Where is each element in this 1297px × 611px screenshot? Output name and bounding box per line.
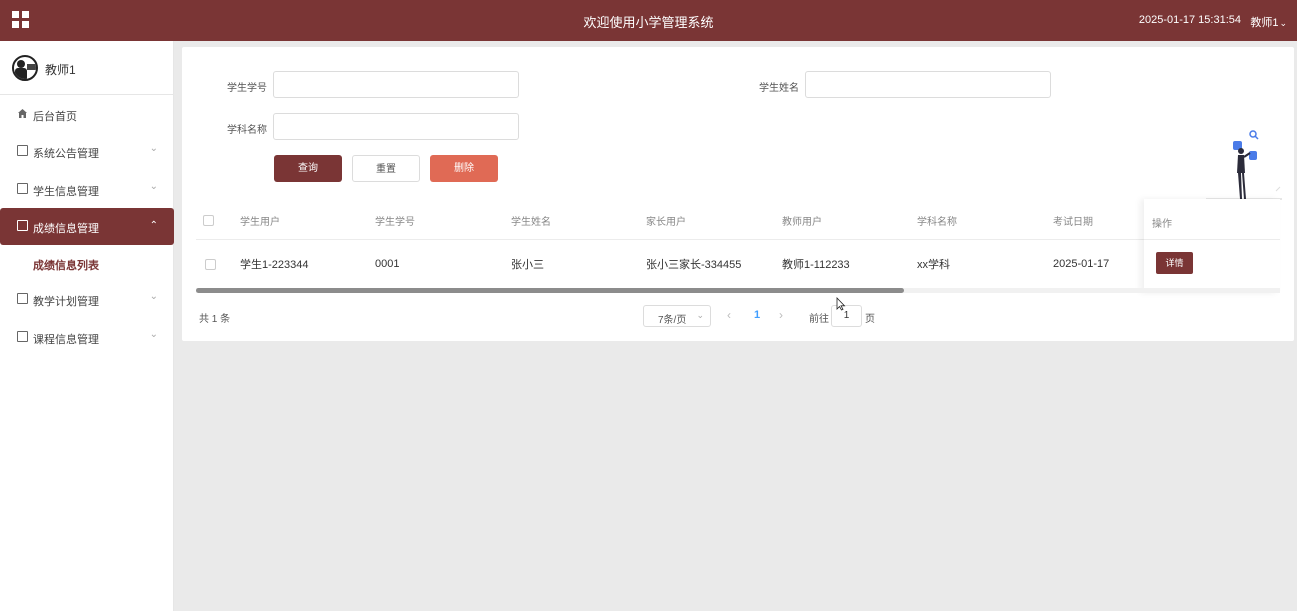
profile-name: 教师1 xyxy=(45,63,76,77)
student-name-input[interactable] xyxy=(805,71,1051,98)
row-checkbox[interactable] xyxy=(205,241,216,287)
sidebar: 教师1 后台首页 系统公告管理 ⌄ 学生信息管理 ⌄ 成绩信息管理 ⌃ 成绩信息… xyxy=(0,41,174,611)
document-icon xyxy=(17,293,28,304)
column-header[interactable]: 学生姓名 xyxy=(511,202,551,239)
avatar xyxy=(12,55,38,81)
user-name: 教师1 xyxy=(1250,17,1279,29)
sidebar-item-label: 成绩信息管理 xyxy=(33,223,99,235)
sidebar-item-students[interactable]: 学生信息管理 ⌄ xyxy=(0,171,174,208)
page-size-select[interactable]: 7条/页 ⌄ xyxy=(643,305,711,327)
table-row[interactable]: 学生1-223344 0001 张小三 张小三家长-334455 教师1-112… xyxy=(196,241,1280,287)
profile: 教师1 xyxy=(0,41,173,95)
document-icon xyxy=(17,145,28,156)
user-menu[interactable]: 教师1⌄ xyxy=(1250,14,1287,30)
scrollbar-thumb[interactable] xyxy=(196,288,904,293)
sidebar-item-label: 课程信息管理 xyxy=(33,334,99,346)
table-cell: 张小三家长-334455 xyxy=(646,259,742,271)
chevron-up-icon: ⌃ xyxy=(149,220,158,231)
chevron-down-icon: ⌄ xyxy=(149,291,158,302)
subject-input[interactable] xyxy=(273,113,519,140)
horizontal-scrollbar[interactable] xyxy=(196,288,1280,293)
sidebar-item-home[interactable]: 后台首页 xyxy=(0,96,174,133)
sidebar-item-label: 后台首页 xyxy=(33,111,77,123)
home-icon xyxy=(18,109,27,118)
chevron-down-icon: ⌄ xyxy=(149,143,158,154)
top-bar: 欢迎使用小学管理系统 2025-01-17 15:31:54 教师1⌄ xyxy=(0,0,1297,41)
column-header[interactable]: 学生学号 xyxy=(375,202,415,239)
sidebar-item-label: 教学计划管理 xyxy=(33,296,99,308)
table-cell: 2025-01-17 xyxy=(1053,258,1110,270)
sidebar-subitem-grade-list[interactable]: 成绩信息列表 xyxy=(0,246,174,282)
table-cell: 学生1-223344 xyxy=(240,259,309,271)
column-header[interactable]: 学生用户 xyxy=(240,202,280,239)
query-button[interactable]: 查询 xyxy=(274,155,342,182)
document-icon xyxy=(17,331,28,342)
column-header[interactable]: 家长用户 xyxy=(646,202,686,239)
chevron-down-icon: ⌄ xyxy=(149,329,158,340)
current-datetime: 2025-01-17 15:31:54 xyxy=(1138,14,1241,26)
detail-button[interactable]: 详情 xyxy=(1156,252,1193,274)
table-cell: 教师1-112233 xyxy=(782,259,850,271)
current-page[interactable]: 1 xyxy=(754,309,760,321)
document-icon xyxy=(17,220,28,231)
column-header: 操作 xyxy=(1152,219,1172,230)
app-title: 欢迎使用小学管理系统 xyxy=(583,15,714,30)
chevron-down-icon: ⌄ xyxy=(149,181,158,192)
table-cell: 张小三 xyxy=(511,259,544,271)
column-header[interactable]: 学科名称 xyxy=(917,202,957,239)
chevron-down-icon: ⌄ xyxy=(696,310,704,320)
sidebar-item-teaching-plans[interactable]: 教学计划管理 ⌄ xyxy=(0,281,174,318)
total-count: 共 1 条 xyxy=(199,314,231,325)
sidebar-item-label: 系统公告管理 xyxy=(33,148,99,160)
chevron-down-icon: ⌄ xyxy=(1279,18,1287,28)
mouse-cursor-icon xyxy=(836,297,846,311)
sidebar-subitem-label: 成绩信息列表 xyxy=(33,260,99,272)
student-no-input[interactable] xyxy=(273,71,519,98)
search-illustration xyxy=(1206,130,1282,200)
sidebar-item-announcements[interactable]: 系统公告管理 ⌄ xyxy=(0,133,174,170)
sidebar-item-grades[interactable]: 成绩信息管理 ⌃ xyxy=(0,208,174,245)
operation-column: 操作 详情 xyxy=(1144,199,1280,293)
subject-label: 学科名称 xyxy=(227,125,267,136)
select-all-checkbox[interactable] xyxy=(203,202,214,239)
next-page-icon[interactable]: › xyxy=(779,308,783,322)
prev-page-icon[interactable]: ‹ xyxy=(727,308,731,322)
column-header[interactable]: 考试日期 xyxy=(1053,202,1093,239)
reset-button[interactable]: 重置 xyxy=(352,155,420,182)
sidebar-item-label: 学生信息管理 xyxy=(33,186,99,198)
page-size-value: 7条/页 xyxy=(658,315,687,326)
document-icon xyxy=(17,183,28,194)
delete-button[interactable]: 删除 xyxy=(430,155,498,182)
goto-label: 前往 xyxy=(809,314,829,325)
student-name-label: 学生姓名 xyxy=(759,83,799,94)
student-no-label: 学生学号 xyxy=(227,83,267,94)
table-cell: 0001 xyxy=(375,258,400,270)
page-suffix: 页 xyxy=(865,314,875,325)
table-header: 学生用户 学生学号 学生姓名 家长用户 教师用户 学科名称 考试日期 xyxy=(196,202,1280,240)
sidebar-item-courses[interactable]: 课程信息管理 ⌄ xyxy=(0,319,174,356)
column-header[interactable]: 教师用户 xyxy=(782,202,822,239)
table-cell: xx学科 xyxy=(917,259,950,271)
main-panel: 学生学号 学生姓名 学科名称 查询 重置 删除 学生用户 学生学号 学生姓名 家… xyxy=(182,47,1294,341)
